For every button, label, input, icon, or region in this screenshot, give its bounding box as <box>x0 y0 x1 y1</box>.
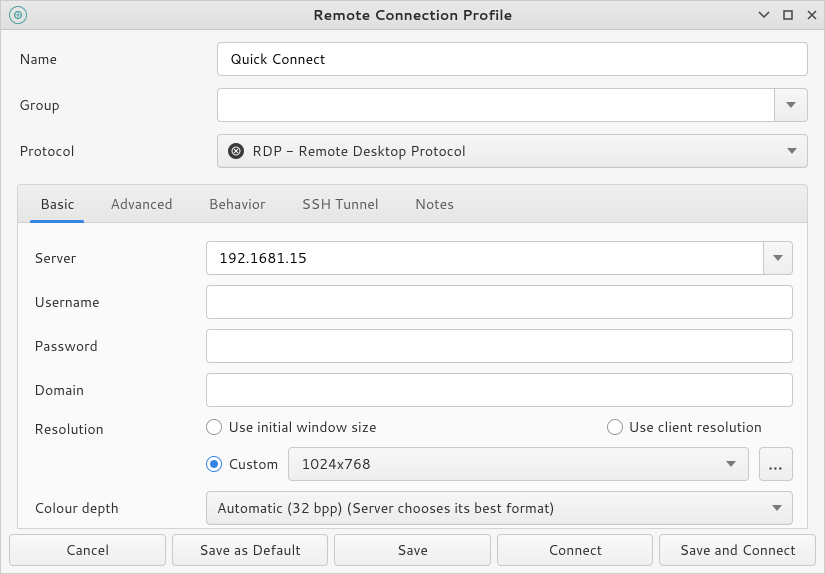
save-and-connect-button[interactable]: Save and Connect <box>659 534 816 566</box>
chevron-down-icon <box>772 505 782 511</box>
remmina-icon <box>9 6 27 24</box>
save-button[interactable]: Save <box>334 534 491 566</box>
name-input[interactable] <box>228 43 797 75</box>
radio-initial-window-size[interactable]: Use initial window size <box>206 417 377 437</box>
tab-ssh-tunnel[interactable]: SSH Tunnel <box>283 185 396 222</box>
name-field[interactable] <box>217 42 808 76</box>
group-input[interactable] <box>228 89 764 121</box>
group-label: Group <box>17 95 217 115</box>
tab-notes[interactable]: Notes <box>397 185 472 222</box>
group-input-wrap[interactable] <box>217 88 774 122</box>
radio-label: Use initial window size <box>228 417 377 437</box>
titlebar: Remote Connection Profile <box>1 1 824 30</box>
dialog-buttonbar: Cancel Save as Default Save Connect Save… <box>1 529 824 573</box>
radio-label: Use client resolution <box>629 417 762 437</box>
username-input[interactable] <box>217 286 782 318</box>
group-dropdown-button[interactable] <box>774 88 808 122</box>
group-row: Group <box>17 88 808 122</box>
protocol-select[interactable]: RDP - Remote Desktop Protocol <box>217 134 808 168</box>
name-row: Name <box>17 42 808 76</box>
resolution-label: Resolution <box>32 417 206 439</box>
radio-custom-resolution[interactable]: Custom <box>206 454 278 474</box>
maximize-icon[interactable] <box>780 7 796 23</box>
server-input-wrap[interactable] <box>206 241 763 275</box>
group-combo <box>217 88 808 122</box>
resolution-value: 1024x768 <box>301 454 726 474</box>
domain-input[interactable] <box>217 374 782 406</box>
server-row: Server <box>32 241 793 275</box>
tab-behavior[interactable]: Behavior <box>191 185 284 222</box>
chevron-down-icon <box>786 102 796 108</box>
protocol-row: Protocol RDP - Remote Desktop Protocol <box>17 134 808 168</box>
radio-icon <box>607 419 623 435</box>
header-form: Name Group Protocol RDP - R <box>1 30 824 184</box>
colour-depth-value: Automatic (32 bpp) (Server chooses its b… <box>217 498 772 518</box>
protocol-value: RDP - Remote Desktop Protocol <box>252 141 787 161</box>
radio-icon <box>206 419 222 435</box>
tabs-container: Basic Advanced Behavior SSH Tunnel Notes… <box>17 184 808 529</box>
password-input[interactable] <box>217 330 782 362</box>
window-title: Remote Connection Profile <box>1 5 824 25</box>
server-combo <box>206 241 793 275</box>
colour-depth-select[interactable]: Automatic (32 bpp) (Server chooses its b… <box>206 491 793 525</box>
domain-row: Domain <box>32 373 793 407</box>
tab-basic-body: Server Username Passwor <box>18 223 807 528</box>
radio-icon <box>206 456 222 472</box>
server-dropdown-button[interactable] <box>763 241 793 275</box>
minimize-icon[interactable] <box>756 7 772 23</box>
username-label: Username <box>32 292 206 312</box>
password-label: Password <box>32 336 206 356</box>
radio-label: Custom <box>228 454 278 474</box>
connect-button[interactable]: Connect <box>497 534 654 566</box>
resolution-more-button[interactable]: ... <box>759 447 793 481</box>
resolution-select[interactable]: 1024x768 <box>288 447 749 481</box>
chevron-down-icon <box>726 461 736 467</box>
domain-field[interactable] <box>206 373 793 407</box>
window: Remote Connection Profile Name Group <box>0 0 825 574</box>
server-input[interactable] <box>217 242 753 274</box>
name-label: Name <box>17 49 217 69</box>
cancel-button[interactable]: Cancel <box>9 534 166 566</box>
resolution-row: Resolution Use initial window size Use c… <box>32 417 793 481</box>
username-field[interactable] <box>206 285 793 319</box>
protocol-label: Protocol <box>17 141 217 161</box>
save-as-default-button[interactable]: Save as Default <box>172 534 329 566</box>
tab-advanced[interactable]: Advanced <box>92 185 190 222</box>
rdp-protocol-icon <box>228 143 244 159</box>
server-label: Server <box>32 248 206 268</box>
username-row: Username <box>32 285 793 319</box>
chevron-down-icon <box>773 255 783 261</box>
chevron-down-icon <box>787 148 797 154</box>
close-icon[interactable] <box>804 7 820 23</box>
domain-label: Domain <box>32 380 206 400</box>
password-row: Password <box>32 329 793 363</box>
tab-basic[interactable]: Basic <box>22 185 92 222</box>
radio-client-resolution[interactable]: Use client resolution <box>607 417 762 437</box>
tabbar: Basic Advanced Behavior SSH Tunnel Notes <box>18 185 807 223</box>
password-field[interactable] <box>206 329 793 363</box>
colour-depth-label: Colour depth <box>32 498 206 518</box>
colour-depth-row: Colour depth Automatic (32 bpp) (Server … <box>32 491 793 525</box>
